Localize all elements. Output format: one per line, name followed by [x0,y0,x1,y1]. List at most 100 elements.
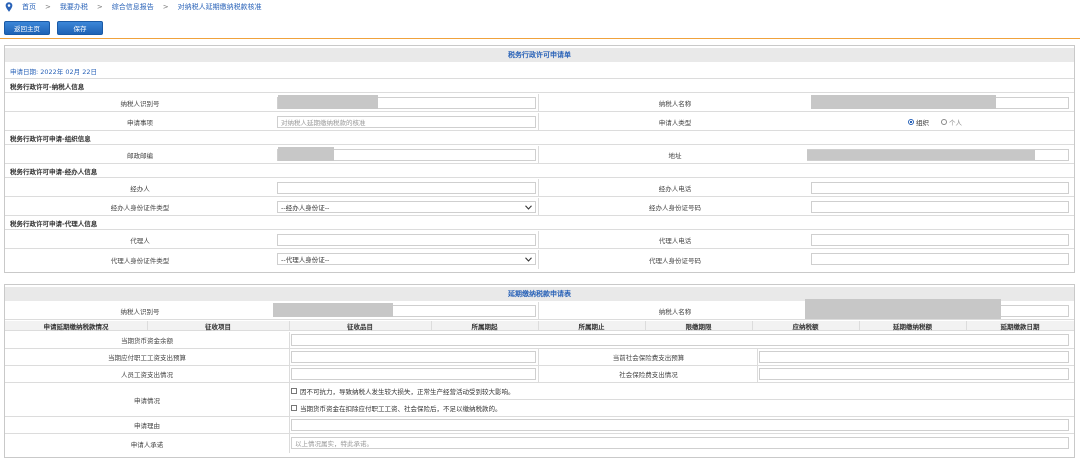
reason1-text: 因不可抗力，导致纳税人发生较大损失，正常生产经营活动受到较大影响。 [300,388,515,396]
breadcrumb-current: 对纳税人延期缴纳税款核准 [177,3,262,11]
row-promise: 申请人承诺 以上情况属实，特此承诺。 [5,434,1074,453]
apply-date: 申请日期: 2022年 02月 22日 [5,64,1074,79]
breadcrumb-separator: > [96,3,103,11]
proxy-idtype-select[interactable]: --代理人身份证-- [277,253,536,265]
proxy-idtype-label: 代理人身份证件类型 [110,256,170,265]
proxy-idno-label: 代理人身份证号码 [649,256,701,265]
cash-balance-input[interactable] [291,334,1069,346]
breadcrumb-separator: > [162,3,169,11]
col-header: 延期缴纳税额 [893,322,932,331]
situation-label: 申请情况 [134,396,160,405]
breadcrumb-separator: > [45,3,51,11]
col-header: 征收项目 [205,322,231,331]
taxpayer2-name-label: 纳税人名称 [658,307,692,316]
section-org: 税务行政许可申请-组织信息 [5,132,1074,145]
reason1-option[interactable]: 因不可抗力，导致纳税人发生较大损失，正常生产经营活动受到较大影响。 [291,383,1074,400]
reason-label: 申请理由 [134,422,160,430]
chevron-down-icon [525,204,532,210]
promise-input[interactable]: 以上情况属实，特此承诺。 [291,437,1069,449]
apply-item-input[interactable]: 对纳税人延期缴纳税款的核准 [277,116,536,128]
handler-idtype-label: 经办人身份证件类型 [110,203,170,212]
breadcrumb: 首页 > 我要办税 > 综合信息报告 > 对纳税人延期缴纳税款核准 [0,0,1080,14]
staff-wage-label: 人员工资支出情况 [121,371,173,379]
social-label: 当前社会保险费支出预算 [612,354,685,362]
proxy-input[interactable] [277,234,536,246]
row-proxy: 代理人 代理人电话 [5,231,1074,249]
handler-idno-input[interactable] [811,201,1069,213]
proxy-idno-input[interactable] [811,253,1069,265]
proxy-label: 代理人 [130,236,150,245]
handler-phone-input[interactable] [811,182,1069,194]
toolbar: 返回主页 保存 [0,20,1080,39]
reason2-text: 当期货币资金在扣除应付职工工资、社会保险后，不足以缴纳税款的。 [300,405,502,413]
applicant-type-radio-group: 组织 个人 [908,117,962,127]
row-payroll: 当期应付职工工资支出预算 当前社会保险费支出预算 [5,349,1074,366]
taxpayer2-id-label: 纳税人识别号 [120,307,160,316]
row-handler-id: 经办人身份证件类型 --经办人身份证-- 经办人身份证号码 [5,198,1074,216]
back-home-button[interactable]: 返回主页 [4,21,50,35]
section-handler: 税务行政许可申请-经办人信息 [5,165,1074,178]
reason2-checkbox[interactable] [291,405,297,411]
redacted-block [807,150,1035,160]
col-header: 所属期起 [471,322,498,331]
form-title: 税务行政许可申请单 [5,48,1074,62]
save-button[interactable]: 保存 [57,21,103,35]
cash-balance-label: 当期货币资金余额 [121,337,173,345]
handler-input[interactable] [277,182,536,194]
section-proxy: 税务行政许可申请-代理人信息 [5,217,1074,230]
handler-idtype-value: --经办人身份证-- [281,204,330,212]
payroll-input[interactable] [291,351,536,363]
staff-wage-input[interactable] [291,368,536,380]
breadcrumb-home[interactable]: 首页 [22,2,36,12]
breadcrumb-info-report[interactable]: 综合信息报告 [112,2,154,12]
apply-item-label: 申请事项 [127,118,153,127]
col-header: 限缴期限 [685,322,712,331]
row-expenses: 人员工资支出情况 社会保险费支出情况 [5,366,1074,383]
row-situation: 申请情况 因不可抗力，导致纳税人发生较大损失，正常生产经营活动受到较大影响。 当… [5,383,1074,417]
row-item: 申请事项 对纳税人延期缴纳税款的核准 申请人类型 组织 个人 [5,113,1074,131]
handler-label: 经办人 [130,184,150,193]
radio-person[interactable] [941,119,947,125]
redacted-block [278,147,334,161]
promise-label: 申请人承诺 [130,440,164,449]
address-label: 地址 [668,151,682,160]
reason-input[interactable] [291,419,1069,431]
reason1-checkbox[interactable] [291,388,297,394]
radio-org-label: 组织 [916,119,929,127]
social-exp-label: 社会保险费支出情况 [619,371,678,379]
proxy-idtype-value: --代理人身份证-- [281,256,330,264]
permit-application-form: 税务行政许可申请单 申请日期: 2022年 02月 22日 税务行政许可-纳税人… [4,45,1075,273]
social-input[interactable] [759,351,1069,363]
chevron-down-icon [525,256,532,262]
social-exp-input[interactable] [759,368,1069,380]
redacted-block [273,303,393,317]
handler-idno-label: 经办人身份证号码 [649,203,701,212]
row-taxpayer: 纳税人识别号 纳税人名称 [5,94,1074,112]
location-pin-icon [5,2,13,12]
redacted-block [811,95,996,109]
row-taxpayer2: 纳税人识别号 纳税人名称 [5,299,1074,320]
postcode-label: 邮政邮编 [127,151,153,160]
row-org: 邮政邮编 地址 [5,146,1074,164]
section-taxpayer: 税务行政许可-纳税人信息 [5,80,1074,93]
col-header: 申请延期缴纳税款情况 [43,322,109,331]
handler-idtype-select[interactable]: --经办人身份证-- [277,201,536,213]
col-header: 延期缴款日期 [1000,322,1040,331]
proxy-phone-label: 代理人电话 [658,236,692,245]
deferral-application-form: 延期缴纳税款申请表 纳税人识别号 纳税人名称 申请延期缴纳税款情况 征收项目 征… [4,284,1075,458]
breadcrumb-my-tax[interactable]: 我要办税 [60,2,88,12]
proxy-phone-input[interactable] [811,234,1069,246]
reason2-option[interactable]: 当期货币资金在扣除应付职工工资、社会保险后，不足以缴纳税款的。 [291,400,1074,416]
col-header: 应纳税额 [792,322,819,331]
row-proxy-id: 代理人身份证件类型 --代理人身份证-- 代理人身份证号码 [5,250,1074,269]
radio-org[interactable] [908,119,914,125]
payroll-label: 当期应付职工工资支出预算 [108,354,186,362]
redacted-block [278,95,378,109]
handler-phone-label: 经办人电话 [658,184,692,193]
taxpayer-id-label: 纳税人识别号 [120,99,160,108]
redacted-block [805,299,1001,319]
applicant-type-label: 申请人类型 [658,118,692,127]
row-cash-balance: 当期货币资金余额 [5,332,1074,349]
col-header: 征收品目 [347,322,373,331]
row-handler: 经办人 经办人电话 [5,179,1074,197]
